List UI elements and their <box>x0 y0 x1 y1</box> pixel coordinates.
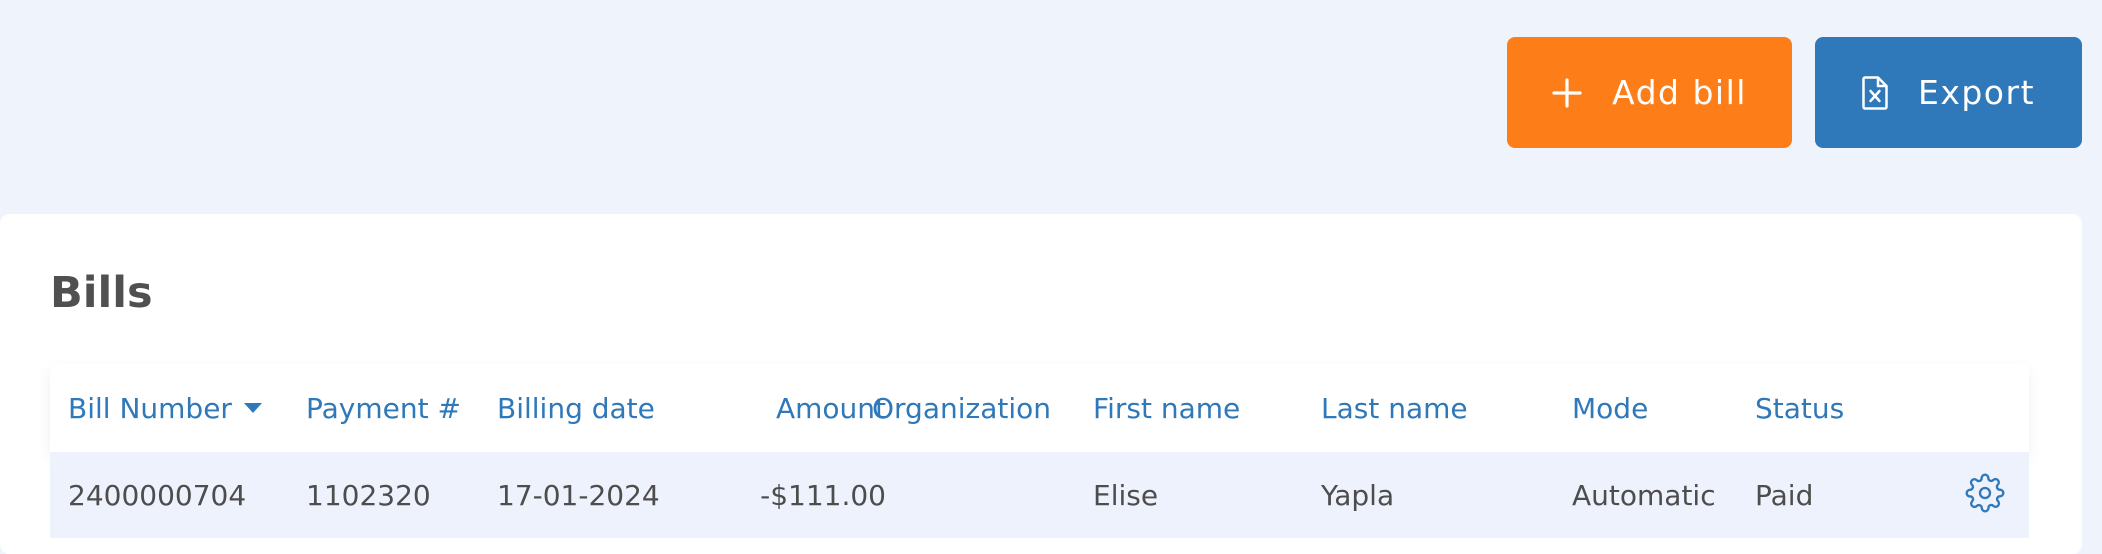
excel-file-icon <box>1862 75 1888 110</box>
column-header-bill-number[interactable]: Bill Number <box>68 364 262 452</box>
column-header-status[interactable]: Status <box>1755 364 1844 452</box>
export-button[interactable]: Export <box>1815 37 2082 148</box>
cell-last-name: Yapla <box>1321 478 1395 512</box>
gear-icon[interactable] <box>1965 473 2005 517</box>
column-header-payment[interactable]: Payment # <box>306 364 461 452</box>
cell-amount: -$111.00 <box>760 478 886 512</box>
page-title: Bills <box>50 268 153 318</box>
column-header-last-name[interactable]: Last name <box>1321 364 1468 452</box>
cell-payment: 1102320 <box>306 478 431 512</box>
cell-first-name: Elise <box>1093 478 1159 512</box>
plus-icon <box>1552 77 1582 108</box>
column-header-first-name[interactable]: First name <box>1093 364 1240 452</box>
bills-card: Bills Bill Number Payment # Billing date… <box>0 214 2082 554</box>
add-bill-label: Add bill <box>1612 73 1747 112</box>
sort-desc-icon <box>243 403 262 413</box>
column-header-amount[interactable]: Amount <box>700 364 886 452</box>
bills-table: Bill Number Payment # Billing date Amoun… <box>50 364 2029 538</box>
table-row[interactable]: 2400000704 1102320 17-01-2024 -$111.00 E… <box>50 452 2029 538</box>
cell-mode: Automatic <box>1572 478 1716 512</box>
column-header-billing-date[interactable]: Billing date <box>497 364 655 452</box>
table-header: Bill Number Payment # Billing date Amoun… <box>50 364 2029 452</box>
add-bill-button[interactable]: Add bill <box>1507 37 1792 148</box>
cell-bill-number: 2400000704 <box>68 478 247 512</box>
cell-billing-date: 17-01-2024 <box>497 478 660 512</box>
toolbar: Add bill Export <box>1507 37 2082 148</box>
column-header-organization[interactable]: Organization <box>872 364 1051 452</box>
export-label: Export <box>1917 73 2036 112</box>
column-header-mode[interactable]: Mode <box>1572 364 1648 452</box>
cell-status: Paid <box>1755 478 1814 512</box>
